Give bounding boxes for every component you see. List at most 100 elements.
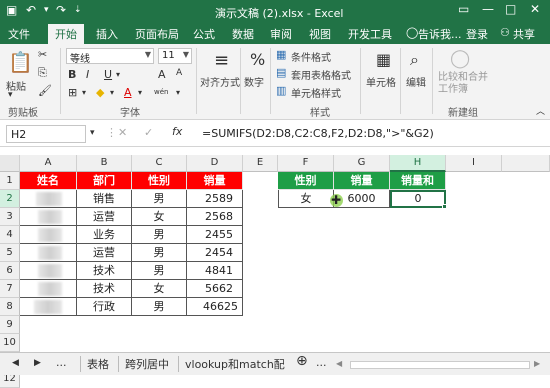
dept-cell[interactable]: 技术: [77, 262, 132, 280]
sheet-more-right[interactable]: ...: [316, 356, 327, 369]
row-header[interactable]: 3: [0, 208, 20, 226]
phonetic-guide-icon[interactable]: wén: [154, 88, 168, 96]
minimize-icon[interactable]: —: [482, 2, 494, 16]
sales-cell[interactable]: 2568: [187, 208, 243, 226]
insert-function-icon[interactable]: fx: [172, 125, 182, 138]
number-button[interactable]: 数字: [244, 74, 264, 89]
tab-file[interactable]: 文件: [8, 26, 30, 42]
close-icon[interactable]: ✕: [530, 2, 540, 16]
row-header[interactable]: 10: [0, 334, 20, 352]
name-cell[interactable]: [20, 262, 77, 280]
ribbon-display-icon[interactable]: ▭: [458, 2, 469, 16]
phonetic-dropdown-icon[interactable]: ▾: [176, 88, 180, 97]
fill-handle[interactable]: [442, 204, 447, 209]
criteria-header-sum[interactable]: 销量和: [390, 172, 446, 190]
tab-home[interactable]: 开始: [48, 24, 84, 44]
scroll-left-icon[interactable]: ◀: [12, 358, 19, 368]
underline-button[interactable]: U: [104, 68, 112, 81]
undo-dropdown-icon[interactable]: ▾: [44, 5, 49, 15]
cell-style-icon[interactable]: ▥: [276, 84, 286, 97]
tab-review[interactable]: 审阅: [270, 26, 292, 42]
cancel-icon[interactable]: ✕: [118, 126, 127, 139]
column-header-b[interactable]: B: [77, 155, 132, 172]
column-header-i[interactable]: I: [446, 155, 502, 172]
underline-dropdown-icon[interactable]: ▾: [116, 70, 120, 79]
gender-cell[interactable]: 男: [132, 190, 187, 208]
font-name-combo[interactable]: 等线 ▼: [66, 48, 154, 65]
row-header[interactable]: 8: [0, 298, 20, 316]
row-header[interactable]: 2: [0, 190, 20, 208]
share-icon[interactable]: ⚇: [500, 26, 510, 39]
sales-cell[interactable]: 2454: [187, 244, 243, 262]
column-header-c[interactable]: C: [132, 155, 187, 172]
font-color-dropdown-icon[interactable]: ▾: [138, 88, 142, 97]
criteria-header-gender[interactable]: 性别: [278, 172, 334, 190]
dept-cell[interactable]: 业务: [77, 226, 132, 244]
tab-view[interactable]: 视图: [309, 26, 331, 42]
share-button[interactable]: 共享: [513, 26, 535, 42]
result-cell-h2[interactable]: 0: [390, 190, 446, 208]
column-header-j[interactable]: [502, 155, 550, 172]
conditional-format-icon[interactable]: ▦: [276, 48, 286, 61]
dept-cell[interactable]: 运营: [77, 244, 132, 262]
sheet-tab-more[interactable]: ...: [56, 356, 67, 369]
gender-cell[interactable]: 女: [132, 280, 187, 298]
cells-icon[interactable]: ▦: [376, 50, 391, 69]
border-dropdown-icon[interactable]: ▾: [82, 88, 86, 97]
gender-cell[interactable]: 男: [132, 226, 187, 244]
save-icon[interactable]: ▣: [6, 3, 17, 17]
column-header-d[interactable]: D: [187, 155, 243, 172]
undo-icon[interactable]: ↶: [26, 3, 36, 17]
table-format-button[interactable]: 套用表格格式: [291, 67, 351, 82]
name-cell[interactable]: [20, 208, 77, 226]
row-header[interactable]: 6: [0, 262, 20, 280]
tab-data[interactable]: 数据: [232, 26, 254, 42]
dept-cell[interactable]: 行政: [77, 298, 132, 316]
select-all-corner[interactable]: [0, 155, 20, 172]
search-icon[interactable]: ⌕: [410, 50, 419, 70]
gender-cell[interactable]: 男: [132, 262, 187, 280]
hscroll-right-icon[interactable]: ▶: [534, 359, 540, 368]
dept-cell[interactable]: 运营: [77, 208, 132, 226]
name-cell[interactable]: [20, 298, 77, 316]
alignment-button[interactable]: 对齐方式: [196, 74, 244, 89]
criteria-gender-cell[interactable]: 女: [278, 190, 334, 208]
sign-in-link[interactable]: 登录: [466, 26, 488, 42]
sales-cell[interactable]: 5662: [187, 280, 243, 298]
customize-quick-access-icon[interactable]: ⇣: [74, 5, 82, 15]
sales-cell[interactable]: 4841: [187, 262, 243, 280]
conditional-format-button[interactable]: 条件格式: [291, 49, 331, 64]
tab-developer[interactable]: 开发工具: [348, 26, 392, 42]
scroll-right-icon[interactable]: ▶: [34, 358, 41, 368]
name-cell[interactable]: [20, 226, 77, 244]
redo-icon[interactable]: ↷: [56, 3, 66, 17]
row-header[interactable]: 9: [0, 316, 20, 334]
gender-cell[interactable]: 男: [132, 244, 187, 262]
dept-cell[interactable]: 销售: [77, 190, 132, 208]
cut-icon[interactable]: ✂: [38, 48, 47, 61]
font-size-combo[interactable]: 11 ▼: [158, 48, 192, 64]
table-format-icon[interactable]: ▤: [276, 66, 286, 79]
table-header-name[interactable]: 姓名: [20, 172, 77, 190]
fill-color-icon[interactable]: ◆: [96, 86, 104, 99]
table-header-dept[interactable]: 部门: [77, 172, 132, 190]
gender-cell[interactable]: 女: [132, 208, 187, 226]
sales-cell[interactable]: 2589: [187, 190, 243, 208]
row-header[interactable]: 7: [0, 280, 20, 298]
collapse-ribbon-icon[interactable]: ︿: [536, 104, 545, 117]
format-painter-icon[interactable]: 🖌: [38, 84, 52, 97]
name-cell[interactable]: [20, 190, 77, 208]
tell-me-search[interactable]: 告诉我...: [418, 26, 462, 42]
name-cell[interactable]: [20, 244, 77, 262]
sales-cell[interactable]: 2455: [187, 226, 243, 244]
editing-button[interactable]: 编辑: [406, 74, 426, 89]
cells-button[interactable]: 单元格: [366, 74, 396, 89]
add-sheet-icon[interactable]: ⊕: [296, 353, 308, 369]
formula-input[interactable]: =SUMIFS(D2:D8,C2:C8,F2,D2:D8,">"&G2): [200, 125, 545, 143]
column-header-f[interactable]: F: [278, 155, 334, 172]
table-header-gender[interactable]: 性别: [132, 172, 187, 190]
table-header-sales[interactable]: 销量: [187, 172, 243, 190]
cell-style-button[interactable]: 单元格样式: [291, 85, 341, 100]
sheet-tab[interactable]: 表格: [80, 356, 109, 372]
italic-button[interactable]: I: [86, 68, 89, 81]
